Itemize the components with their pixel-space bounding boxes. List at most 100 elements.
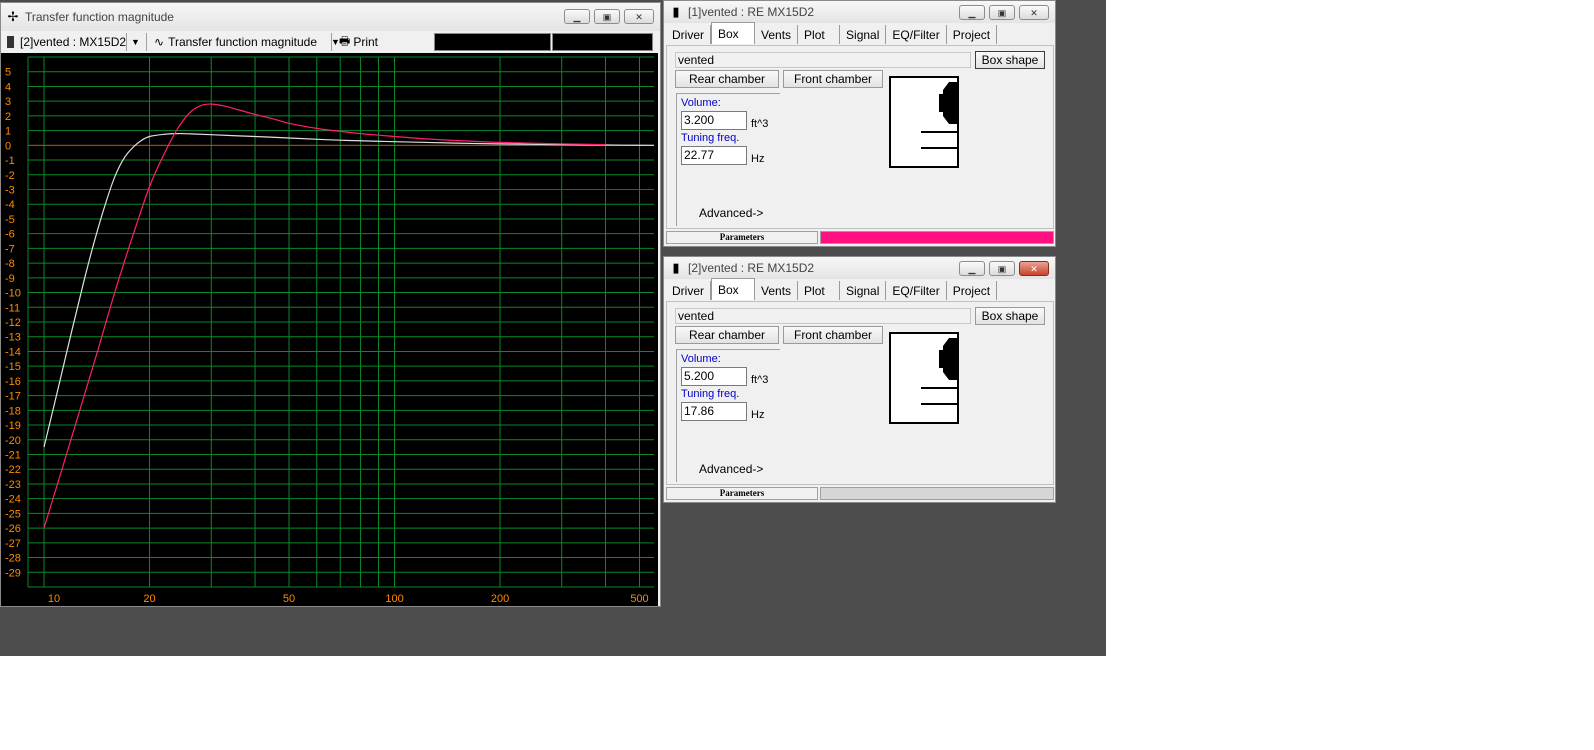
tab-plot[interactable]: Plot: [798, 25, 841, 44]
tuning-freq-label: Tuning freq.: [681, 388, 740, 400]
tab-project[interactable]: Project: [946, 281, 998, 300]
graph-window-titlebar[interactable]: ✢ Transfer function magnitude ▁ ▣ ✕: [1, 3, 660, 31]
window1-titlebar[interactable]: ▮ [1]vented : RE MX15D2 ▁ ▣ ✕: [664, 1, 1055, 23]
tuning-freq-label: Tuning freq.: [681, 132, 740, 144]
tab-vents[interactable]: Vents: [755, 25, 799, 44]
tab-plot[interactable]: Plot: [798, 281, 841, 300]
box-panel: vented Box shape Rear chamber Front cham…: [666, 301, 1054, 485]
y-tick-label: -26: [5, 523, 21, 535]
chevron-down-icon: ▼: [131, 37, 140, 47]
status-bar: Parameters: [666, 487, 1054, 500]
volume-input[interactable]: 5.200: [681, 367, 747, 386]
box-parameters-window-2: ▮ [2]vented : RE MX15D2 ▁ ▣ ✕ Driver Box…: [663, 256, 1056, 503]
y-tick-label: 3: [5, 96, 11, 108]
y-tick-label: 0: [5, 140, 11, 152]
graph-toolbar: [2]vented : MX15D2 ▼ ∿ Transfer function…: [1, 31, 660, 53]
toolbar-divider: [146, 33, 147, 51]
color-indicator: [820, 231, 1054, 244]
minimize-button[interactable]: ▁: [564, 9, 590, 24]
y-tick-label: -14: [5, 346, 21, 358]
advanced-link[interactable]: Advanced->: [699, 206, 763, 220]
box-panel: vented Box shape Rear chamber Front cham…: [666, 45, 1054, 229]
tab-vents[interactable]: Vents: [755, 281, 799, 300]
y-tick-label: -11: [5, 302, 20, 314]
status-label: Parameters: [666, 231, 818, 244]
speaker-icon: ▮: [672, 4, 680, 19]
tab-signal[interactable]: Signal: [840, 281, 887, 300]
color-indicator: [820, 487, 1054, 500]
maximize-button[interactable]: ▣: [989, 5, 1015, 20]
y-tick-label: 1: [5, 126, 11, 138]
y-tick-label: -19: [5, 420, 21, 432]
close-button[interactable]: ✕: [1019, 5, 1049, 20]
front-chamber-button[interactable]: Front chamber: [783, 70, 883, 88]
tab-box[interactable]: Box: [711, 22, 755, 44]
minimize-button[interactable]: ▁: [959, 5, 985, 20]
window1-title: [1]vented : RE MX15D2: [688, 5, 815, 19]
rear-chamber-button[interactable]: Rear chamber: [675, 70, 779, 88]
volume-input[interactable]: 3.200: [681, 111, 747, 130]
tab-driver[interactable]: Driver: [666, 25, 711, 44]
y-tick-label: 5: [5, 67, 11, 79]
tab-eq-filter[interactable]: EQ/Filter: [886, 25, 947, 44]
close-button[interactable]: ✕: [624, 9, 654, 24]
graph-window-title: Transfer function magnitude: [25, 10, 174, 24]
y-tick-label: -28: [5, 553, 21, 565]
maximize-button[interactable]: ▣: [594, 9, 620, 24]
box-diagram: [889, 332, 959, 424]
maximize-button[interactable]: ▣: [989, 261, 1015, 276]
tab-signal[interactable]: Signal: [840, 25, 887, 44]
box-shape-button[interactable]: Box shape: [975, 307, 1045, 325]
y-tick-label: -2: [5, 170, 15, 182]
graph-select[interactable]: ∿ Transfer function magnitude ▼: [154, 33, 340, 51]
print-button[interactable]: 🖶 Print: [339, 33, 378, 51]
y-tick-label: -15: [5, 361, 21, 373]
y-tick-label: -8: [5, 258, 15, 270]
print-label: Print: [353, 35, 379, 49]
y-tick-label: -5: [5, 214, 15, 226]
box-diagram: [889, 76, 959, 168]
advanced-link[interactable]: Advanced->: [699, 462, 763, 476]
y-tick-label: -10: [5, 288, 21, 300]
transfer-function-chart[interactable]: 543210-1-2-3-4-5-6-7-8-9-10-11-12-13-14-…: [1, 53, 658, 606]
tuning-freq-input[interactable]: 17.86: [681, 402, 747, 421]
tab-driver[interactable]: Driver: [666, 281, 711, 300]
tuning-freq-input[interactable]: 22.77: [681, 146, 747, 165]
front-chamber-button[interactable]: Front chamber: [783, 326, 883, 344]
volume-unit: ft^3: [751, 374, 769, 386]
window2-titlebar[interactable]: ▮ [2]vented : RE MX15D2 ▁ ▣ ✕: [664, 257, 1055, 279]
tab-eq-filter[interactable]: EQ/Filter: [886, 281, 947, 300]
close-button[interactable]: ✕: [1019, 261, 1049, 276]
sine-wave-icon: ∿: [154, 35, 165, 49]
tab-project[interactable]: Project: [946, 25, 998, 44]
plot-area[interactable]: 5 4 3 2 1 0 -1 -2 -3 -4 -5 -6 -7 -8 -9 -10 -11 -12 -13 -14-…: [1, 53, 658, 606]
project-select-value: [2]vented : MX15D2: [20, 35, 127, 49]
y-tick-label: -7: [5, 243, 15, 255]
y-tick-label: -16: [5, 376, 21, 388]
rear-chamber-button[interactable]: Rear chamber: [675, 326, 779, 344]
status-label: Parameters: [666, 487, 818, 500]
printer-icon: 🖶: [339, 33, 351, 48]
project-select[interactable]: [2]vented : MX15D2: [7, 33, 126, 51]
x-tick-label: 200: [491, 593, 509, 605]
box-parameters-window-1: ▮ [1]vented : RE MX15D2 ▁ ▣ ✕ Driver Box…: [663, 0, 1056, 247]
project-dropdown-arrow[interactable]: ▼: [131, 33, 140, 51]
readout-box-2: [552, 33, 653, 51]
box-shape-button[interactable]: Box shape: [975, 51, 1045, 69]
y-tick-label: -12: [5, 317, 21, 329]
y-tick-label: -24: [5, 494, 21, 506]
window2-title: [2]vented : RE MX15D2: [688, 261, 815, 275]
box-type-field: vented: [675, 52, 971, 68]
y-tick-label: -18: [5, 405, 21, 417]
volume-label: Volume:: [681, 97, 721, 109]
tab-box[interactable]: Box: [711, 278, 755, 300]
y-tick-label: -27: [5, 538, 21, 550]
series-line-2: [43, 103, 606, 529]
toolbar-divider: [331, 33, 332, 51]
minimize-button[interactable]: ▁: [959, 261, 985, 276]
speaker-icon: ▮: [672, 260, 680, 275]
y-tick-label: -23: [5, 479, 21, 491]
tuning-freq-unit: Hz: [751, 409, 765, 421]
rear-chamber-group: Volume: 3.200 ft^3 Tuning freq. 22.77 Hz…: [676, 93, 780, 226]
graph-select-value: Transfer function magnitude: [168, 35, 318, 49]
